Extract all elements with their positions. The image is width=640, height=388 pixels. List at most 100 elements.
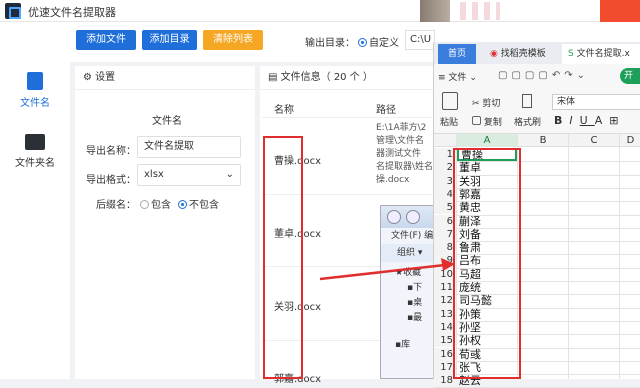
gear-icon: ⚙	[83, 72, 92, 83]
grid-line	[568, 134, 569, 379]
tab-spreadsheet-label: 文件名提取.x	[576, 49, 630, 59]
sidebar-item-label: 文件夹名	[15, 158, 55, 169]
undo-icon[interactable]: ↶	[552, 70, 564, 81]
title-bar: 优速文件名提取器	[0, 0, 640, 22]
path-line: 器测试文件	[376, 149, 422, 159]
tab-bar: 首页 ◉ 找稻壳模板 S 文件名提取.x	[434, 42, 640, 64]
add-file-button[interactable]: 添加文件	[76, 30, 136, 50]
suffix-exclude-radio[interactable]: 不包含	[178, 196, 219, 211]
ribbon: ≡ 文件 ⌄ ▢▢▢▢↶↷⌄ 开始 粘贴 ✂ 剪切 复制 格式刷 宋体 BIUA…	[434, 64, 640, 134]
file-count-title: 文件信息（ 20 个 ）	[280, 72, 373, 83]
sidebar-item-label: 文件名	[20, 98, 50, 109]
nav-label: 最	[413, 313, 423, 323]
suffix-include-radio[interactable]: 包含	[140, 196, 171, 211]
suffix-label: 后缀名：	[96, 200, 136, 211]
preview-icon[interactable]: ▢	[538, 70, 551, 81]
paste-label: 粘贴	[440, 118, 459, 128]
copy-label: 复制	[483, 118, 502, 128]
spreadsheet-icon: S	[568, 49, 574, 59]
menu-icon: ≡	[438, 73, 446, 83]
menu-edit[interactable]: 编	[424, 231, 433, 241]
copy-icon	[472, 116, 481, 125]
settings-title: 设置	[95, 72, 116, 83]
path-line: 管理\文件名	[376, 136, 425, 146]
paste-icon[interactable]	[442, 92, 458, 110]
tab-home[interactable]: 首页	[438, 44, 476, 64]
tab-template-label: 找稻壳模板	[500, 49, 546, 59]
output-dir-label: 输出目录：	[305, 38, 355, 49]
format-buttons: BIUA⊞	[554, 114, 625, 127]
sidebar: 文件名 文件夹名	[0, 22, 70, 379]
file-menu[interactable]: ≡ 文件 ⌄	[438, 70, 477, 83]
menu-file[interactable]: 文件(F)	[391, 231, 421, 241]
radio-icon	[140, 200, 149, 209]
add-dir-button[interactable]: 添加目录	[142, 30, 197, 50]
quick-access-icons: ▢▢▢▢↶↷⌄	[498, 70, 589, 81]
copy-button[interactable]: 复制	[472, 115, 502, 128]
annotation-arrow-icon	[319, 258, 455, 281]
cut-label: 剪切	[482, 99, 501, 109]
chevron-down-icon[interactable]: ⌄	[577, 70, 589, 81]
save-icon[interactable]: ▢	[498, 70, 511, 81]
suffix-exclude-label: 不包含	[189, 200, 219, 211]
settings-section-title: 文件名	[152, 116, 182, 127]
clear-list-button[interactable]: 清除列表	[203, 30, 263, 50]
tab-spreadsheet[interactable]: S 文件名提取.x	[562, 44, 640, 64]
sidebar-item-filename[interactable]: 文件名	[0, 72, 70, 109]
redo-icon[interactable]: ↷	[564, 70, 576, 81]
export-name-label: 导出名称：	[86, 146, 136, 157]
underline-icon[interactable]: U	[580, 114, 595, 127]
column-name-header: 名称	[274, 105, 294, 116]
output-path-input[interactable]: C:\U	[405, 30, 435, 50]
chevron-down-icon: ⌄	[225, 169, 234, 180]
file-menu-label: 文件	[448, 73, 467, 83]
blurred-banner	[460, 2, 500, 20]
strikethrough-icon[interactable]: A	[595, 114, 610, 127]
path-line: E:\1A菲方\2	[376, 123, 427, 133]
radio-selected-icon	[358, 38, 367, 47]
grid-line	[619, 134, 620, 379]
column-path-header: 路径	[376, 105, 396, 116]
export-icon[interactable]: ▢	[511, 70, 524, 81]
radio-selected-icon	[178, 200, 187, 209]
nav-label: 库	[401, 340, 411, 350]
annotation-box	[263, 136, 303, 379]
font-select[interactable]: 宋体	[552, 94, 640, 110]
output-mode-label: 自定义	[369, 38, 399, 49]
file-path: E:\1A菲方\2 管理\文件名 器测试文件 名提取器\姓名 操.docx	[376, 122, 433, 187]
border-icon[interactable]: ⊞	[609, 114, 625, 127]
bold-icon[interactable]: B	[554, 114, 569, 127]
output-mode-radio[interactable]: 自定义	[358, 34, 399, 49]
cut-button[interactable]: ✂ 剪切	[472, 96, 500, 109]
avatar[interactable]	[420, 0, 450, 22]
print-icon[interactable]: ▢	[525, 70, 538, 81]
file-icon	[27, 72, 43, 90]
sidebar-item-foldername[interactable]: 文件夹名	[0, 134, 70, 169]
app-logo-icon	[5, 3, 21, 19]
format-painter-icon[interactable]	[522, 94, 532, 108]
document-icon: ▤	[268, 72, 278, 83]
promo-button[interactable]	[600, 0, 640, 22]
nav-label: 桌	[413, 298, 423, 308]
divider	[262, 117, 432, 118]
start-tab-button[interactable]: 开始	[620, 68, 640, 84]
forward-icon[interactable]	[406, 210, 421, 224]
italic-icon[interactable]: I	[569, 114, 579, 127]
back-icon[interactable]	[387, 210, 401, 224]
chevron-down-icon: ⌄	[469, 73, 477, 83]
format-painter-label: 格式刷	[514, 118, 542, 128]
column-header-c[interactable]: C	[569, 134, 619, 147]
template-icon: ◉	[490, 49, 498, 59]
path-line: 名提取器\姓名	[376, 162, 434, 172]
column-header-d[interactable]: D	[620, 134, 640, 147]
path-line: 操.docx	[376, 175, 410, 185]
suffix-include-label: 包含	[151, 200, 171, 211]
settings-header: ⚙ 设置	[75, 66, 255, 90]
app-title: 优速文件名提取器	[28, 6, 116, 19]
tab-template[interactable]: ◉ 找稻壳模板	[484, 44, 558, 64]
column-header-b[interactable]: B	[518, 134, 568, 147]
export-format-select[interactable]: xlsx ⌄	[137, 164, 241, 186]
export-name-input[interactable]: 文件名提取	[137, 136, 241, 158]
column-header-a[interactable]: A	[457, 134, 517, 147]
scissors-icon: ✂	[472, 99, 480, 109]
